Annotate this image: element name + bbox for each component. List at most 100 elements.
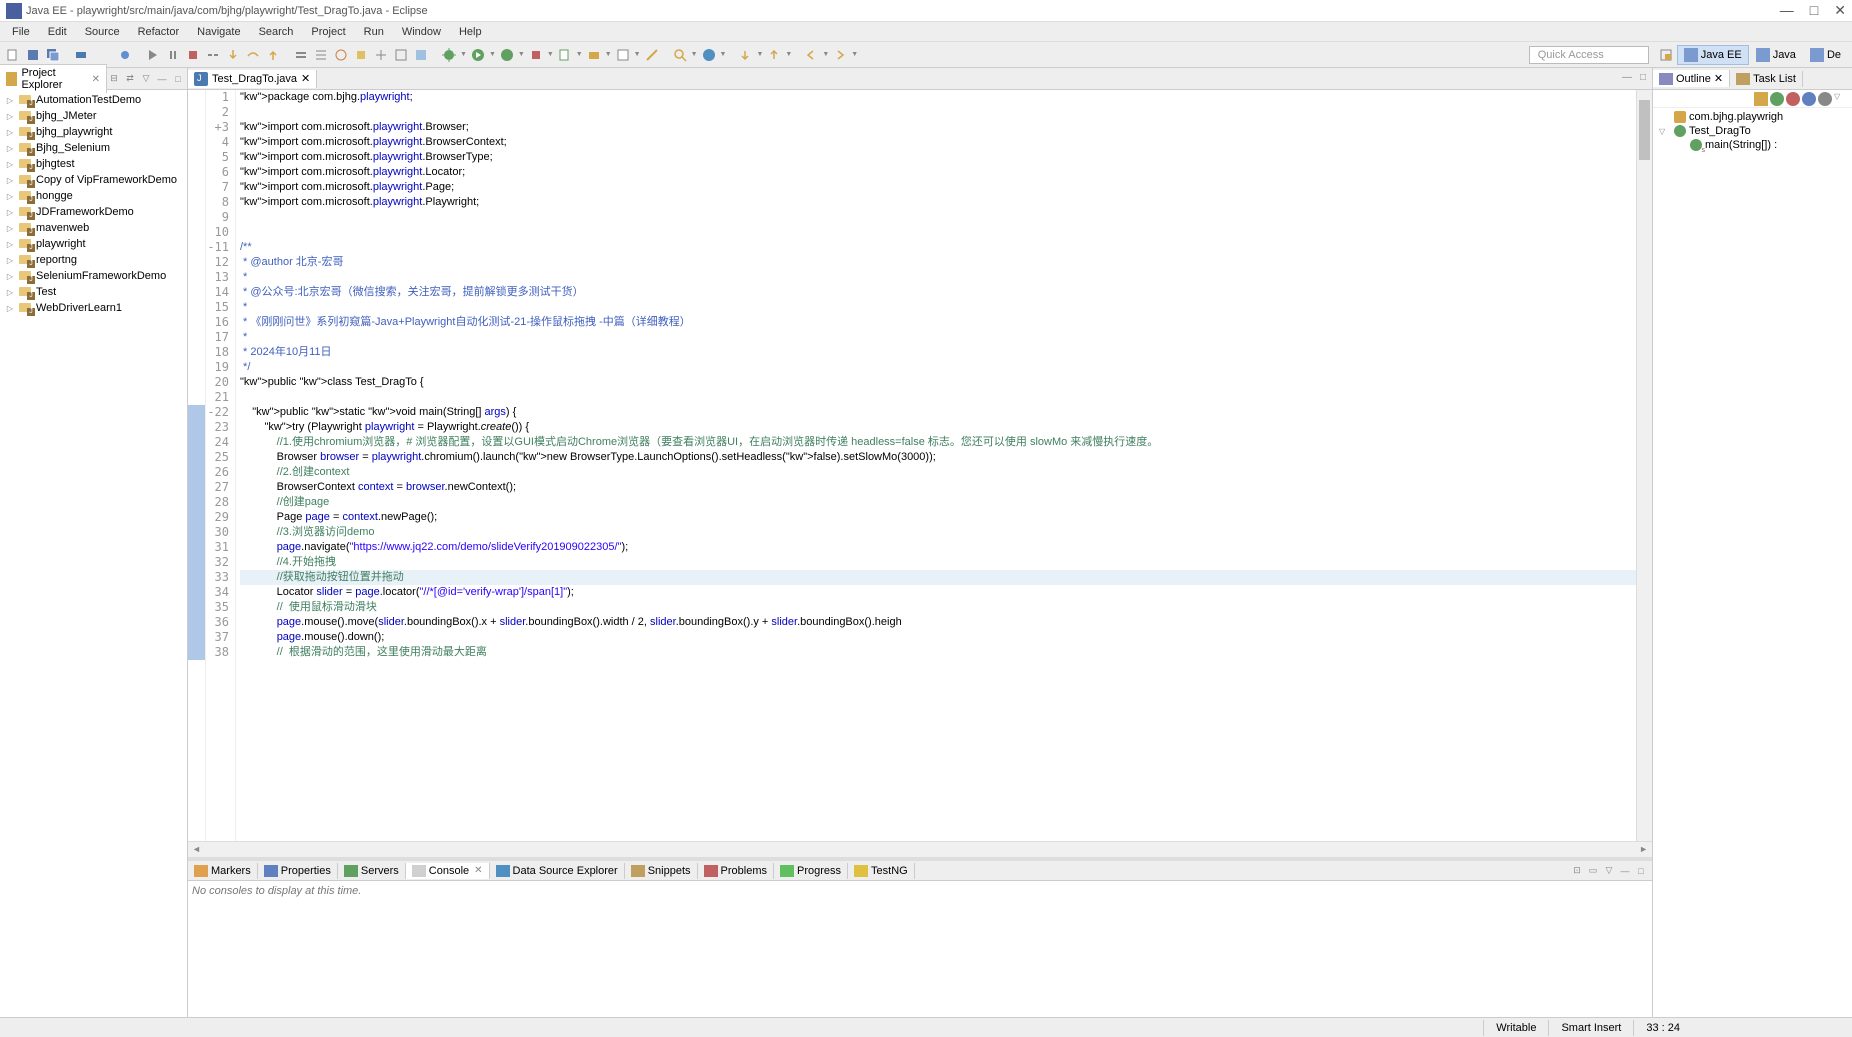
menu-project[interactable]: Project xyxy=(303,24,353,40)
open-perspective-icon[interactable] xyxy=(1657,46,1675,64)
tb-icon-2[interactable] xyxy=(312,46,330,64)
resume-icon[interactable] xyxy=(144,46,162,64)
menu-help[interactable]: Help xyxy=(451,24,490,40)
tb-icon-4[interactable] xyxy=(352,46,370,64)
maximize-button[interactable]: □ xyxy=(1810,2,1818,19)
outline-com-bjhg-playwrigh[interactable]: com.bjhg.playwrigh xyxy=(1655,110,1850,124)
menu-refactor[interactable]: Refactor xyxy=(130,24,188,40)
pin-console-icon[interactable]: ⊡ xyxy=(1570,864,1584,878)
new-package-icon[interactable] xyxy=(585,46,603,64)
sort-icon[interactable] xyxy=(1754,92,1768,106)
tab-properties[interactable]: Properties xyxy=(258,863,338,879)
outline-main-string-----[interactable]: main(String[]) : xyxy=(1655,138,1850,152)
toggle-breadcrumb-icon[interactable] xyxy=(72,46,90,64)
tb-icon-5[interactable] xyxy=(372,46,390,64)
save-icon[interactable] xyxy=(24,46,42,64)
tb-icon-7[interactable] xyxy=(412,46,430,64)
tab-markers[interactable]: Markers xyxy=(188,863,258,879)
prev-annotation-icon[interactable] xyxy=(765,46,783,64)
open-type-icon[interactable] xyxy=(643,46,661,64)
perspective-de[interactable]: De xyxy=(1803,45,1848,65)
project-hongge[interactable]: ▷hongge xyxy=(0,188,187,204)
project-copy-of-vipframeworkdemo[interactable]: ▷Copy of VipFrameworkDemo xyxy=(0,172,187,188)
max-bottom-icon[interactable]: □ xyxy=(1634,864,1648,878)
project-explorer-tab[interactable]: Project Explorer ✕ xyxy=(0,64,107,93)
search-icon[interactable] xyxy=(671,46,689,64)
project-bjhgtest[interactable]: ▷bjhgtest xyxy=(0,156,187,172)
code-area[interactable]: "kw">package com.bjhg.playwright; "kw">i… xyxy=(236,90,1636,841)
hide-nonpublic-icon[interactable] xyxy=(1802,92,1816,106)
link-editor-icon[interactable]: ⇄ xyxy=(123,72,137,86)
tab-data-source-explorer[interactable]: Data Source Explorer xyxy=(490,863,625,879)
menu-window[interactable]: Window xyxy=(394,24,449,40)
menu-file[interactable]: File xyxy=(4,24,38,40)
step-over-icon[interactable] xyxy=(244,46,262,64)
back-icon[interactable] xyxy=(802,46,820,64)
menu-run[interactable]: Run xyxy=(356,24,392,40)
outline-test-dragto[interactable]: ▽Test_DragTo xyxy=(1655,124,1850,138)
close-view-icon[interactable]: ✕ xyxy=(92,74,100,85)
maximize-view-icon[interactable]: □ xyxy=(171,72,185,86)
outline-tree[interactable]: com.bjhg.playwrigh▽Test_DragTomain(Strin… xyxy=(1653,108,1852,1017)
project-bjhg_jmeter[interactable]: ▷bjhg_JMeter xyxy=(0,108,187,124)
hide-local-icon[interactable] xyxy=(1818,92,1832,106)
min-bottom-icon[interactable]: — xyxy=(1618,864,1632,878)
hide-static-icon[interactable] xyxy=(1786,92,1800,106)
outline-menu-icon[interactable]: ▽ xyxy=(1834,92,1848,106)
project-tree[interactable]: ▷AutomationTestDemo▷bjhg_JMeter▷bjhg_pla… xyxy=(0,90,187,1017)
forward-icon[interactable] xyxy=(831,46,849,64)
maximize-editor-icon[interactable]: □ xyxy=(1636,72,1650,86)
outline-tab[interactable]: Outline ✕ xyxy=(1653,70,1730,87)
menu-search[interactable]: Search xyxy=(251,24,302,40)
marker-bar[interactable] xyxy=(188,90,206,841)
disconnect-icon[interactable] xyxy=(204,46,222,64)
tab-console[interactable]: Console✕ xyxy=(406,863,490,879)
minimize-button[interactable]: — xyxy=(1780,2,1794,19)
minimize-editor-icon[interactable]: — xyxy=(1620,72,1634,86)
project-webdriverlearn1[interactable]: ▷WebDriverLearn1 xyxy=(0,300,187,316)
web-icon[interactable] xyxy=(700,46,718,64)
project-seleniumframeworkdemo[interactable]: ▷SeleniumFrameworkDemo xyxy=(0,268,187,284)
tb-icon-6[interactable] xyxy=(392,46,410,64)
close-editor-icon[interactable]: ✕ xyxy=(301,72,310,85)
project-automationtestdemo[interactable]: ▷AutomationTestDemo xyxy=(0,92,187,108)
editor-tab[interactable]: Test_DragTo.java ✕ xyxy=(188,70,317,88)
new-icon[interactable] xyxy=(4,46,22,64)
menu-source[interactable]: Source xyxy=(77,24,128,40)
project-bjhg_playwright[interactable]: ▷bjhg_playwright xyxy=(0,124,187,140)
quick-access-input[interactable]: Quick Access xyxy=(1529,46,1649,64)
run-last-icon[interactable] xyxy=(498,46,516,64)
debug-icon[interactable] xyxy=(440,46,458,64)
vertical-scrollbar[interactable] xyxy=(1636,90,1652,841)
tab-servers[interactable]: Servers xyxy=(338,863,406,879)
perspective-java-ee[interactable]: Java EE xyxy=(1677,45,1749,65)
tab-progress[interactable]: Progress xyxy=(774,863,848,879)
hide-fields-icon[interactable] xyxy=(1770,92,1784,106)
project-bjhg_selenium[interactable]: ▷Bjhg_Selenium xyxy=(0,140,187,156)
external-tools-icon[interactable] xyxy=(527,46,545,64)
menu-navigate[interactable]: Navigate xyxy=(189,24,248,40)
tb-icon-1[interactable] xyxy=(292,46,310,64)
tab-snippets[interactable]: Snippets xyxy=(625,863,698,879)
open-console-icon[interactable]: ▽ xyxy=(1602,864,1616,878)
suspend-icon[interactable] xyxy=(164,46,182,64)
display-console-icon[interactable]: ▭ xyxy=(1586,864,1600,878)
project-jdframeworkdemo[interactable]: ▷JDFrameworkDemo xyxy=(0,204,187,220)
close-button[interactable]: ✕ xyxy=(1834,2,1846,19)
project-playwright[interactable]: ▷playwright xyxy=(0,236,187,252)
view-menu-icon[interactable]: ▽ xyxy=(139,72,153,86)
tab-testng[interactable]: TestNG xyxy=(848,863,915,879)
new-class-icon[interactable] xyxy=(614,46,632,64)
tb-icon-3[interactable] xyxy=(332,46,350,64)
project-test[interactable]: ▷Test xyxy=(0,284,187,300)
project-mavenweb[interactable]: ▷mavenweb xyxy=(0,220,187,236)
tab-problems[interactable]: Problems xyxy=(698,863,774,879)
terminate-icon[interactable] xyxy=(184,46,202,64)
step-return-icon[interactable] xyxy=(264,46,282,64)
new-java-icon[interactable] xyxy=(556,46,574,64)
step-into-icon[interactable] xyxy=(224,46,242,64)
menu-edit[interactable]: Edit xyxy=(40,24,75,40)
collapse-all-icon[interactable]: ⊟ xyxy=(107,72,121,86)
skip-breakpoints-icon[interactable] xyxy=(116,46,134,64)
save-all-icon[interactable] xyxy=(44,46,62,64)
